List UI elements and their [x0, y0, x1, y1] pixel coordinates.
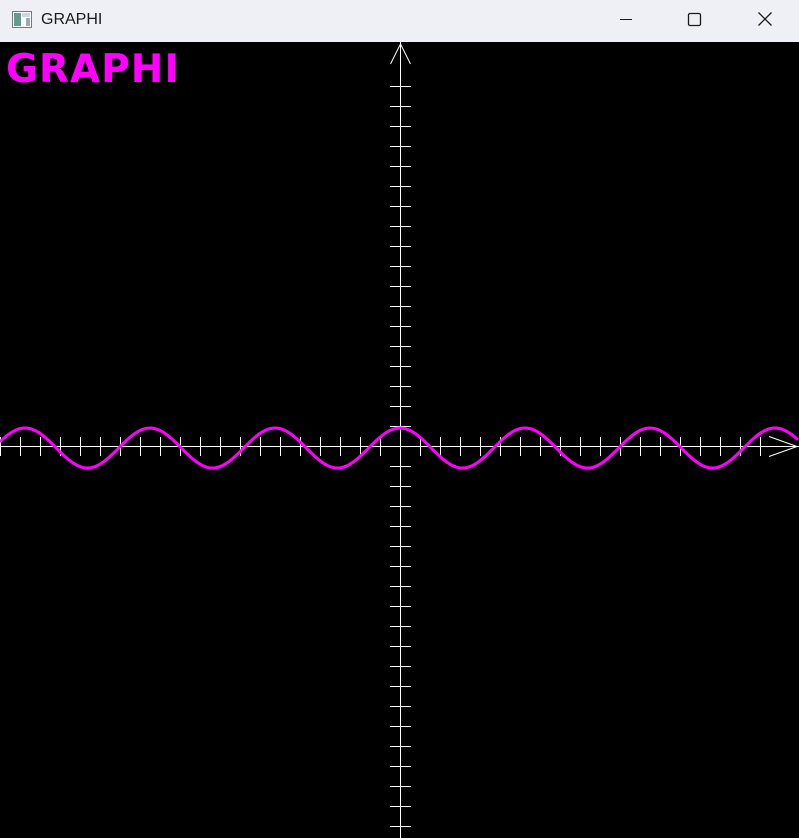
title-bar[interactable]: GRAPHI — [0, 0, 799, 42]
function-curve — [0, 426, 799, 470]
close-button[interactable] — [736, 0, 794, 42]
graph-plot — [0, 42, 799, 838]
x-axis-arrowhead — [768, 436, 798, 447]
minimize-icon — [618, 11, 634, 31]
brand-label: GRAPHI — [6, 47, 180, 92]
app-window-icon — [12, 11, 32, 28]
x-axis-arrowhead — [768, 446, 798, 457]
graph-canvas[interactable]: GRAPHI — [0, 42, 799, 838]
maximize-icon — [686, 11, 702, 31]
y-axis-arrowhead — [390, 43, 401, 65]
y-axis-arrowhead — [400, 43, 411, 65]
app-window: GRAPHI GRAPHI — [0, 0, 799, 838]
window-title: GRAPHI — [41, 11, 103, 28]
minimize-button[interactable] — [597, 0, 655, 42]
axes-group — [0, 42, 799, 838]
maximize-button[interactable] — [665, 0, 723, 42]
close-icon — [757, 11, 773, 31]
